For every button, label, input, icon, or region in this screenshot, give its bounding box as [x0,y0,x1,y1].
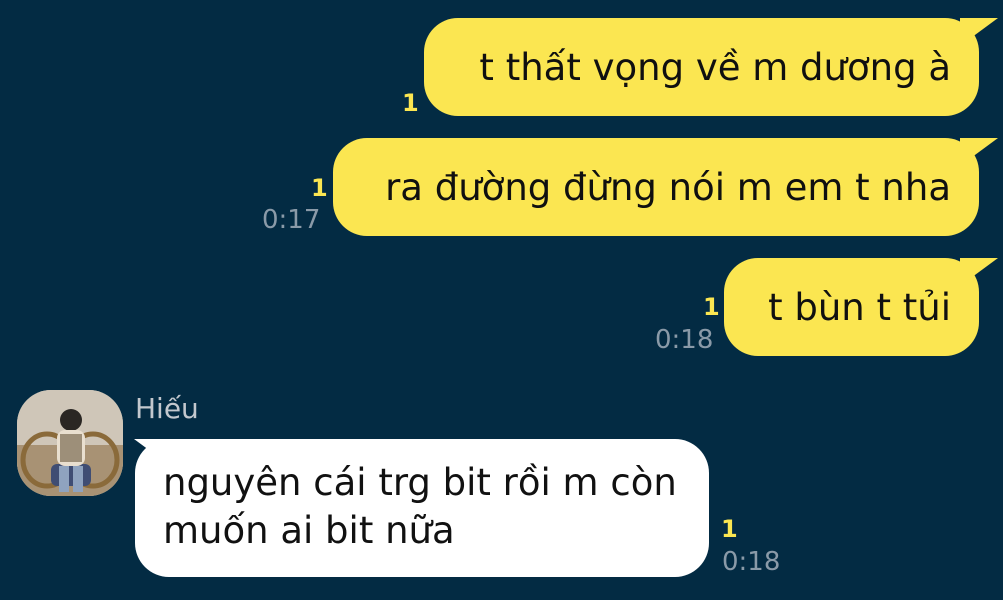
chat-area: 1 t thất vọng về m dương à 1 0:17 ra đườ… [0,0,1003,600]
message-bubble-outgoing[interactable]: ra đường đừng nói m em t nha [333,138,979,236]
message-bubble-incoming[interactable]: nguyên cái trg bit rồi m còn muốn ai bit… [135,439,709,577]
message-bubble-outgoing[interactable]: t bùn t tủi [724,258,979,356]
message-text: ra đường đừng nói m em t nha [385,166,951,209]
read-count: 1 [311,174,328,202]
sender-name: Hiếu [135,392,199,425]
message-timestamp: 0:17 [262,205,321,235]
read-count: 1 [703,293,720,321]
read-count: 1 [721,515,738,543]
person-photo-avatar-icon [17,390,123,496]
message-text: t thất vọng về m dương à [479,46,951,89]
message-timestamp: 0:18 [655,325,714,355]
message-text: nguyên cái trg bit rồi m còn muốn ai bit… [163,461,677,552]
message-timestamp: 0:18 [722,547,781,577]
avatar[interactable] [17,390,123,496]
read-count: 1 [402,89,419,117]
bubble-tail [960,258,998,286]
message-bubble-outgoing[interactable]: t thất vọng về m dương à [424,18,979,116]
message-text: t bùn t tủi [768,286,951,329]
